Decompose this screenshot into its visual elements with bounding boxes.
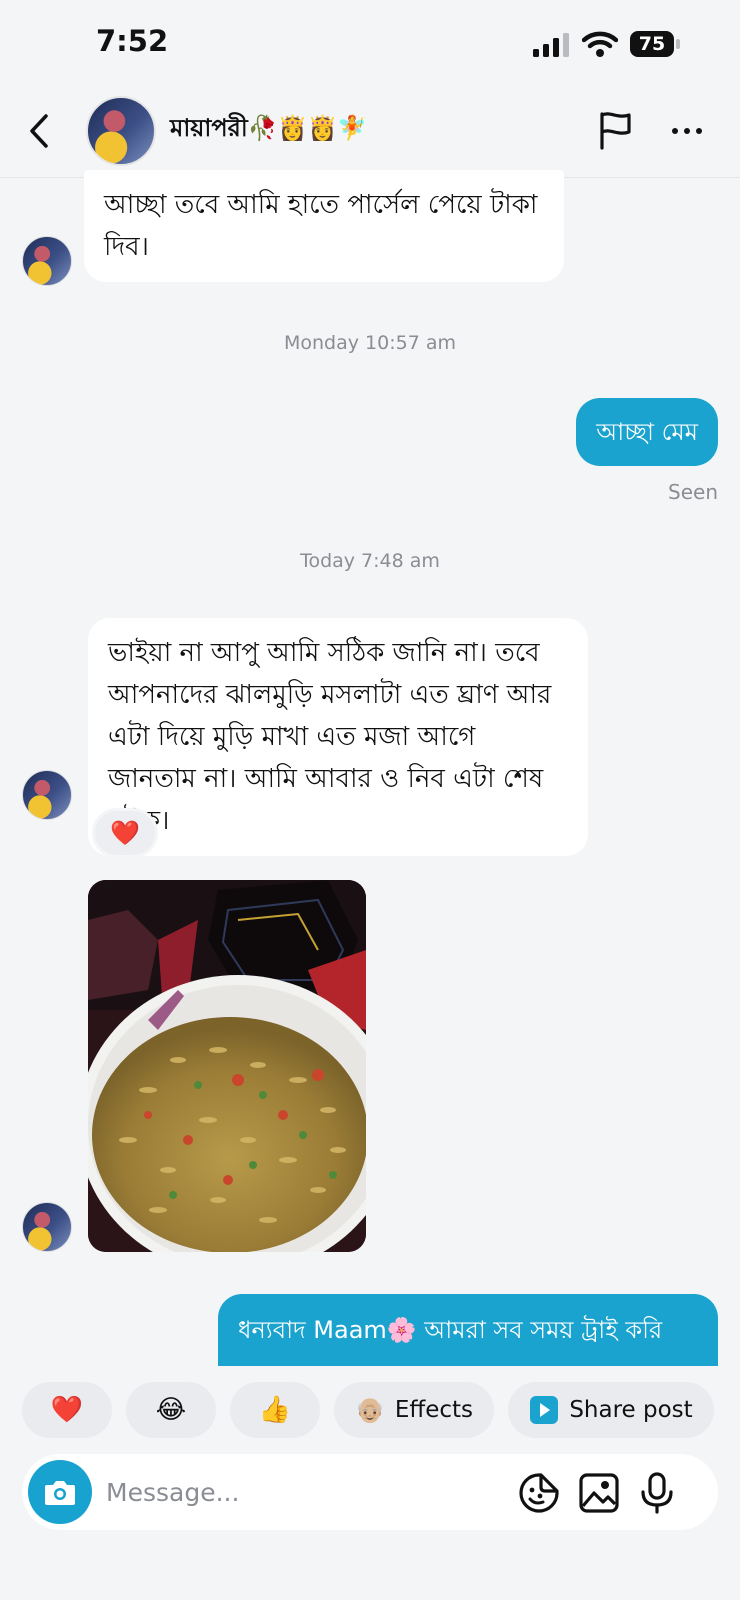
outgoing-message[interactable]: ধন্যবাদ Maam🌸 আমরা সব সময় ট্রাই করি xyxy=(218,1294,718,1370)
quick-reactions-bar: ❤️ 😂 👍 👴🏼 Effects Share post xyxy=(0,1366,740,1452)
sticker-icon[interactable] xyxy=(518,1472,560,1514)
incoming-message[interactable]: আচ্ছা তবে আমি হাতে পার্সেল পেয়ে টাকা দি… xyxy=(84,170,564,282)
thumbs-up-icon: 👍 xyxy=(258,1395,292,1425)
signal-icon xyxy=(533,33,569,57)
battery-level: 75 xyxy=(638,33,666,55)
message-reaction[interactable]: ❤️ xyxy=(92,808,158,858)
battery-icon: 75 xyxy=(630,31,680,57)
camera-icon xyxy=(45,1481,75,1505)
outgoing-message[interactable]: আচ্ছা মেম xyxy=(576,398,718,466)
laugh-reaction-button[interactable]: 😂 xyxy=(126,1382,216,1438)
message-timestamp: Today 7:48 am xyxy=(300,550,440,572)
flag-icon[interactable] xyxy=(596,110,634,150)
effects-icon: 👴🏼 xyxy=(354,1396,385,1424)
status-time: 7:52 xyxy=(96,24,169,58)
effects-button[interactable]: 👴🏼 Effects xyxy=(334,1382,494,1438)
back-button[interactable] xyxy=(22,108,56,154)
thumbs-up-reaction-button[interactable]: 👍 xyxy=(230,1382,320,1438)
incoming-message[interactable]: ভাইয়া না আপু আমি সঠিক জানি না। তবে আপনা… xyxy=(88,618,588,856)
sender-avatar[interactable] xyxy=(22,770,72,820)
effects-label: Effects xyxy=(394,1397,474,1423)
more-icon xyxy=(672,128,678,134)
share-post-label: Share post xyxy=(569,1397,693,1423)
share-post-button[interactable]: Share post xyxy=(508,1382,714,1438)
contact-avatar[interactable] xyxy=(86,96,156,166)
gallery-icon[interactable] xyxy=(578,1472,620,1514)
message-composer xyxy=(22,1454,718,1530)
seen-status: Seen xyxy=(668,480,718,504)
more-options-button[interactable] xyxy=(672,116,710,146)
message-timestamp: Monday 10:57 am xyxy=(284,332,456,354)
heart-reaction-icon: ❤️ xyxy=(110,819,140,847)
chat-header: মায়াপরী🥀👸👸🧚 xyxy=(0,88,740,178)
laughing-face-icon: 😂 xyxy=(155,1395,187,1425)
camera-button[interactable] xyxy=(28,1460,92,1524)
microphone-icon[interactable] xyxy=(636,1472,678,1514)
heart-reaction-button[interactable]: ❤️ xyxy=(22,1382,112,1438)
share-post-icon xyxy=(530,1396,559,1424)
wifi-icon xyxy=(582,31,618,57)
message-input[interactable] xyxy=(106,1470,506,1514)
status-bar: 7:52 75 xyxy=(0,0,740,88)
sender-avatar[interactable] xyxy=(22,236,72,286)
contact-name[interactable]: মায়াপরী🥀👸👸🧚 xyxy=(170,110,367,150)
sender-avatar[interactable] xyxy=(22,1202,72,1252)
photo-message[interactable] xyxy=(88,880,366,1252)
heart-icon: ❤️ xyxy=(50,1395,84,1425)
